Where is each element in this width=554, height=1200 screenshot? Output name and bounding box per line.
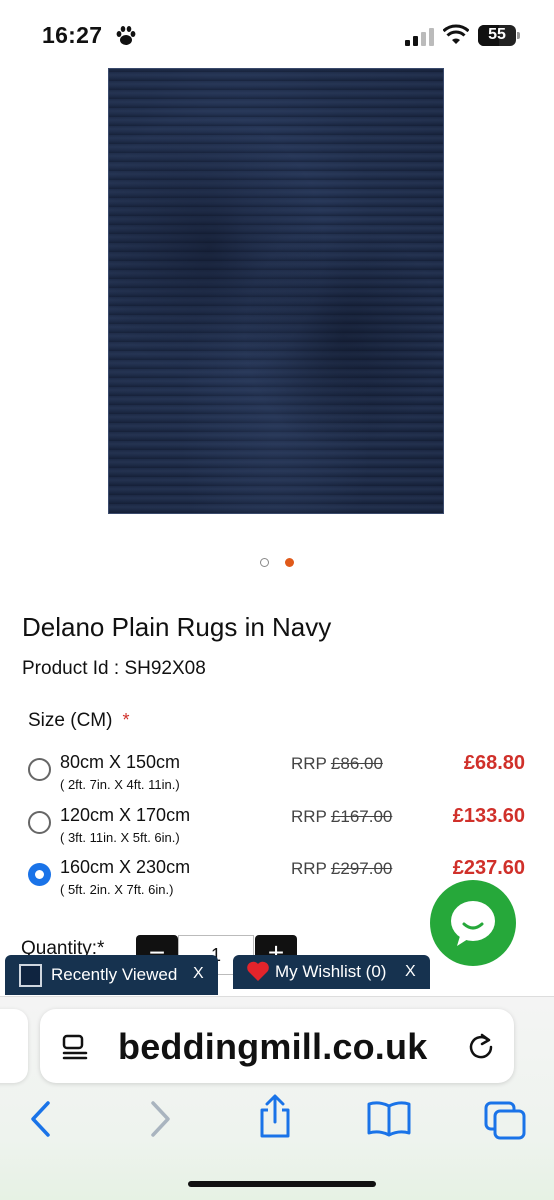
size-option-label: 80cm X 150cm [60, 752, 181, 772]
size-option[interactable]: 120cm X 170cm ( 3ft. 11in. X 5ft. 6in.) … [0, 805, 554, 855]
gallery-dot-2[interactable] [285, 558, 294, 567]
rrp-price: £297.00 [330, 859, 393, 878]
size-label-text: Size (CM) [28, 710, 113, 731]
rrp: RRP £297.00 [291, 859, 392, 879]
share-icon[interactable] [255, 1094, 295, 1140]
status-bar: 16:27 55 [0, 0, 554, 70]
rug-texture [109, 69, 443, 513]
recently-viewed-label[interactable]: Recently Viewed [51, 965, 177, 985]
product-image[interactable] [108, 68, 444, 514]
status-time: 16:27 [42, 22, 103, 48]
size-label: Size (CM) * [28, 710, 129, 732]
rrp-label: RRP [291, 754, 327, 773]
reload-icon[interactable] [466, 1032, 496, 1062]
battery-percent: 55 [488, 26, 506, 43]
recently-viewed-close-button[interactable]: X [193, 965, 204, 983]
product-id: Product Id : SH92X08 [22, 658, 206, 679]
size-option-label: 160cm X 230cm [60, 857, 191, 877]
recently-viewed-checkbox[interactable] [19, 964, 42, 987]
rrp: RRP £167.00 [291, 807, 392, 827]
product-title: Delano Plain Rugs in Navy [22, 612, 332, 642]
bookmarks-icon[interactable] [366, 1100, 412, 1138]
required-mark: * [122, 710, 130, 730]
page-menu-icon[interactable] [61, 1034, 89, 1060]
gallery-dot-1[interactable] [260, 558, 269, 567]
size-option[interactable]: 80cm X 150cm ( 2ft. 7in. X 4ft. 11in.) R… [0, 752, 554, 802]
sale-price: £133.60 [452, 805, 525, 827]
rrp: RRP £86.00 [291, 754, 383, 774]
cellular-signal-icon [405, 28, 434, 46]
tabs-icon[interactable] [483, 1100, 527, 1140]
wishlist-bar[interactable]: My Wishlist (0) X [233, 955, 430, 989]
size-radio-checked[interactable] [28, 863, 51, 886]
rrp-price: £86.00 [330, 754, 383, 773]
wishlist-close-button[interactable]: X [405, 963, 416, 981]
back-icon[interactable] [28, 1100, 54, 1138]
sale-price: £237.60 [452, 857, 525, 879]
rrp-label: RRP [291, 807, 327, 826]
chat-button[interactable] [430, 880, 516, 966]
recently-viewed-bar[interactable]: Recently Viewed X [5, 955, 218, 995]
wishlist-label[interactable]: My Wishlist (0) [275, 962, 386, 982]
battery-cap [517, 32, 520, 39]
paw-icon [116, 26, 136, 45]
size-option-imperial: ( 3ft. 11in. X 5ft. 6in.) [60, 830, 180, 845]
chat-bubble-icon [451, 901, 495, 946]
previous-tab-preview[interactable] [0, 1009, 28, 1083]
wifi-icon [443, 24, 469, 44]
size-option-imperial: ( 5ft. 2in. X 7ft. 6in.) [60, 882, 174, 897]
battery-icon: 55 [478, 25, 516, 46]
size-option-imperial: ( 2ft. 7in. X 4ft. 11in.) [60, 777, 180, 792]
forward-icon[interactable] [147, 1100, 173, 1138]
size-radio[interactable] [28, 811, 51, 834]
heart-icon [247, 961, 269, 981]
gallery-pagination [260, 558, 300, 568]
home-indicator [188, 1181, 376, 1187]
rrp-price: £167.00 [330, 807, 393, 826]
url-text[interactable]: beddingmill.co.uk [118, 1026, 427, 1068]
address-bar[interactable]: beddingmill.co.uk [40, 1009, 514, 1083]
sale-price: £68.80 [463, 752, 525, 774]
rrp-label: RRP [291, 859, 327, 878]
size-radio[interactable] [28, 758, 51, 781]
size-option-label: 120cm X 170cm [60, 805, 191, 825]
